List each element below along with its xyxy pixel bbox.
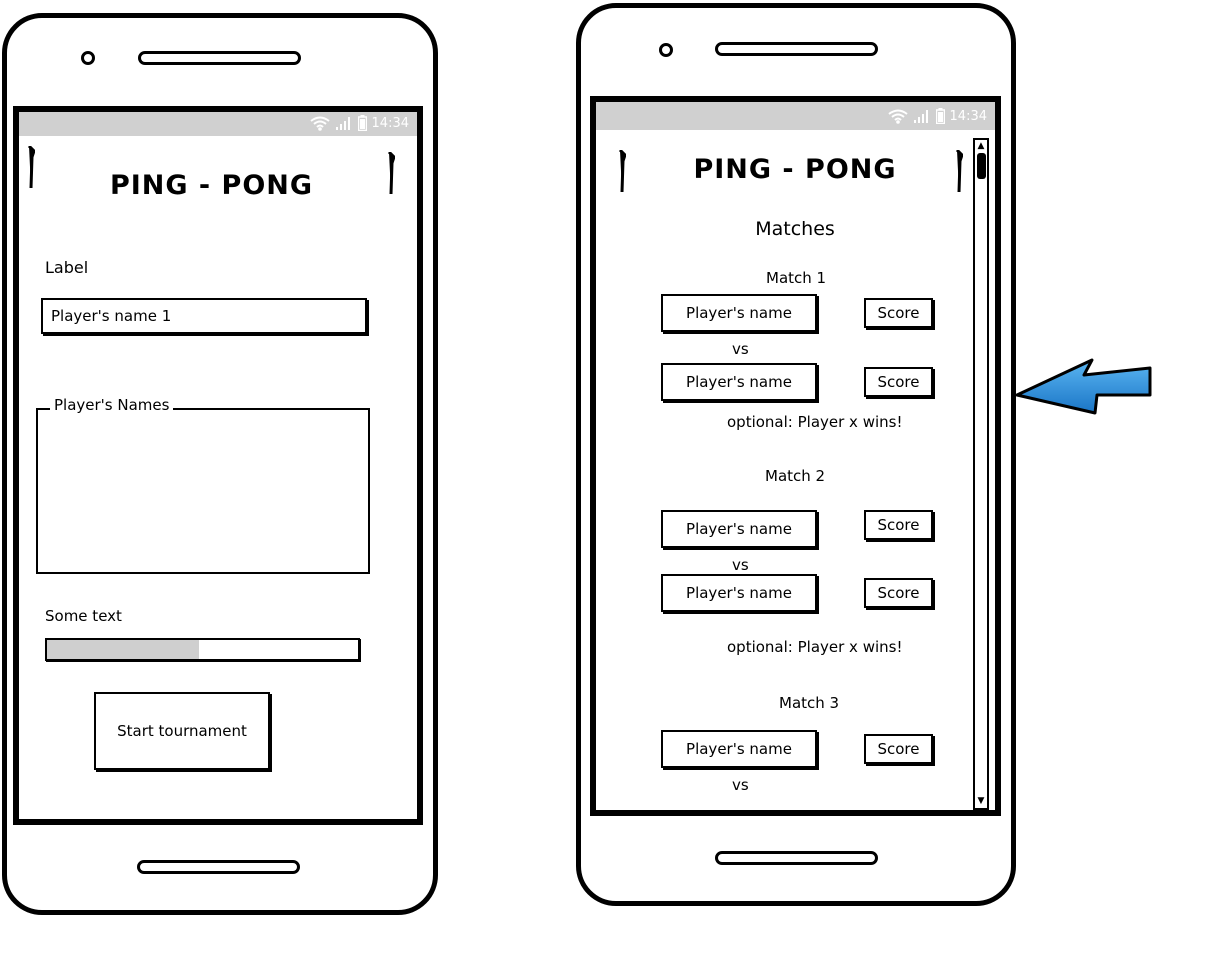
player-name-box[interactable]: Player's name — [661, 294, 817, 332]
wifi-icon — [309, 116, 330, 131]
match-title: Match 2 — [765, 467, 826, 485]
battery-icon — [357, 115, 367, 131]
camera-icon — [81, 51, 95, 65]
status-bar: 14:34 — [596, 102, 995, 130]
player-name-box[interactable]: Player's name — [661, 510, 817, 548]
match-title: Match 3 — [779, 694, 840, 712]
progress-label: Some text — [45, 607, 122, 625]
vs-label: vs — [732, 776, 749, 794]
progress-fill — [47, 640, 200, 659]
home-button[interactable] — [137, 860, 300, 874]
player-name-box[interactable]: Player's name — [661, 574, 817, 612]
player-names-group — [36, 408, 370, 574]
player-names-legend: Player's Names — [50, 396, 174, 414]
camera-icon — [659, 43, 673, 57]
player-name-input[interactable]: Player's name 1 — [41, 298, 367, 334]
vs-label: vs — [732, 340, 749, 358]
speaker-grille — [715, 42, 878, 56]
app-title: PING - PONG — [109, 170, 314, 201]
player-name-box[interactable]: Player's name — [661, 363, 817, 401]
setup-screen: 14:34 PING - PONG Label Player's name 1 … — [13, 106, 423, 825]
wifi-icon — [887, 109, 908, 124]
matches-heading: Matches — [755, 218, 835, 240]
status-time: 14:34 — [371, 115, 409, 131]
speaker-grille — [138, 51, 301, 65]
scroll-down-icon[interactable]: ▼ — [975, 795, 987, 808]
scrollbar[interactable]: ▲ ▼ — [973, 138, 989, 810]
home-button[interactable] — [715, 851, 878, 865]
start-tournament-button[interactable]: Start tournament — [94, 692, 270, 770]
score-box[interactable]: Score — [864, 298, 933, 328]
status-time: 14:34 — [949, 108, 987, 124]
progress-bar — [45, 638, 360, 661]
matches-screen: 14:34 PING - PONG Matches Match 1 Player… — [590, 96, 1001, 816]
score-box[interactable]: Score — [864, 734, 933, 764]
battery-icon — [935, 108, 945, 124]
app-title: PING - PONG — [693, 154, 897, 185]
match-title: Match 1 — [766, 269, 827, 287]
match-result: optional: Player x wins! — [727, 638, 903, 656]
arrow-icon — [1015, 358, 1152, 415]
player-name-box[interactable]: Player's name — [661, 730, 817, 768]
match-result: optional: Player x wins! — [727, 413, 903, 431]
signal-icon — [913, 109, 928, 123]
score-box[interactable]: Score — [864, 367, 933, 397]
field-label: Label — [45, 258, 89, 277]
scrollbar-thumb[interactable] — [976, 153, 986, 179]
status-bar: 14:34 — [19, 112, 417, 136]
signal-icon — [335, 116, 350, 130]
vs-label: vs — [732, 556, 749, 574]
score-box[interactable]: Score — [864, 510, 933, 540]
scroll-up-icon[interactable]: ▲ — [975, 140, 987, 153]
score-box[interactable]: Score — [864, 578, 933, 608]
